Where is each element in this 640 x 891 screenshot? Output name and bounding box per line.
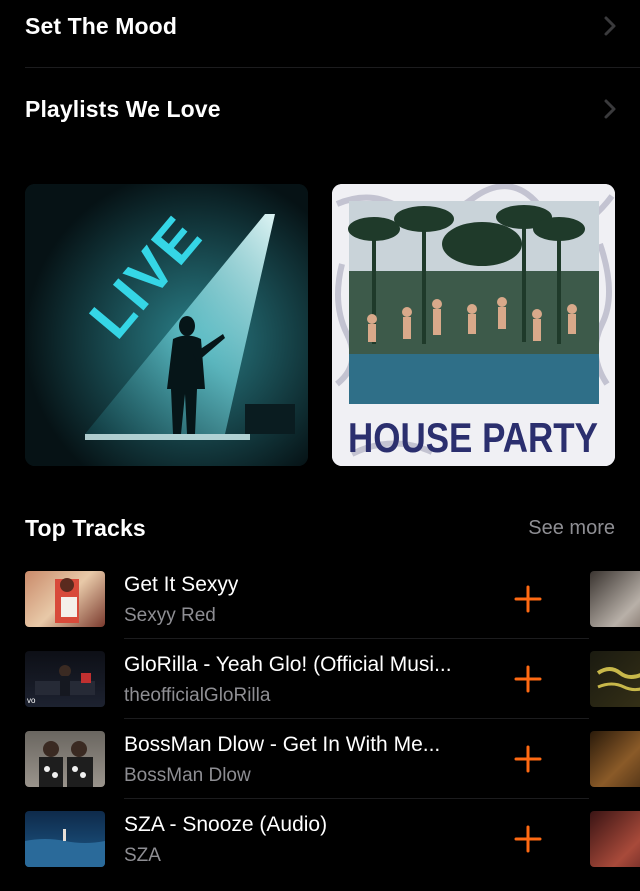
playlist-card-live[interactable]: LIVE xyxy=(25,184,308,466)
track-title: Get It Sexyy xyxy=(124,573,239,596)
chevron-right-icon xyxy=(604,16,616,36)
track-row[interactable]: vo GloRilla - Yeah Glo! (Official Musi..… xyxy=(25,651,640,731)
playlists-we-love-title: Playlists We Love xyxy=(25,95,221,122)
track-thumbnail xyxy=(25,811,105,867)
track-thumbnail xyxy=(25,571,105,627)
plus-icon[interactable] xyxy=(512,743,544,775)
track-title: BossMan Dlow - Get In With Me... xyxy=(124,733,441,756)
track-row[interactable]: Get It Sexyy Sexyy Red xyxy=(25,571,640,651)
track-artist: theofficialGloRilla xyxy=(124,685,271,706)
track-title: GloRilla - Yeah Glo! (Official Musi... xyxy=(124,653,452,676)
set-the-mood-row[interactable]: Set The Mood xyxy=(25,8,640,44)
svg-text:vo: vo xyxy=(27,696,36,705)
live-artwork: LIVE xyxy=(25,184,308,466)
set-the-mood-title: Set The Mood xyxy=(25,12,177,39)
house-party-artwork: HOUSE PARTY xyxy=(332,184,615,466)
track-artist: SZA xyxy=(124,845,161,866)
next-column-thumbnail xyxy=(590,731,640,787)
plus-icon[interactable] xyxy=(512,823,544,855)
playlist-card-house-party[interactable]: HOUSE PARTY xyxy=(332,184,615,466)
track-divider xyxy=(124,718,589,719)
track-artist: Sexyy Red xyxy=(124,605,216,626)
next-column-thumbnail xyxy=(590,811,640,867)
section-divider xyxy=(25,67,640,68)
top-tracks-title: Top Tracks xyxy=(25,515,146,541)
plus-icon[interactable] xyxy=(512,583,544,615)
track-artist: BossMan Dlow xyxy=(124,765,251,786)
track-thumbnail: vo xyxy=(25,651,105,707)
next-column-thumbnail xyxy=(590,571,640,627)
next-column-thumbnail xyxy=(590,651,640,707)
track-row[interactable]: BossMan Dlow - Get In With Me... BossMan… xyxy=(25,731,640,811)
track-title: SZA - Snooze (Audio) xyxy=(124,813,328,836)
see-more-link[interactable]: See more xyxy=(528,517,615,540)
track-divider xyxy=(124,798,589,799)
track-thumbnail xyxy=(25,731,105,787)
track-row[interactable]: SZA - Snooze (Audio) SZA xyxy=(25,811,640,891)
top-tracks-header: Top Tracks See more xyxy=(25,515,615,542)
playlists-we-love-row[interactable]: Playlists We Love xyxy=(25,91,640,127)
track-divider xyxy=(124,638,589,639)
plus-icon[interactable] xyxy=(512,663,544,695)
house-party-label: HOUSE PARTY xyxy=(348,414,598,461)
chevron-right-icon xyxy=(604,99,616,119)
